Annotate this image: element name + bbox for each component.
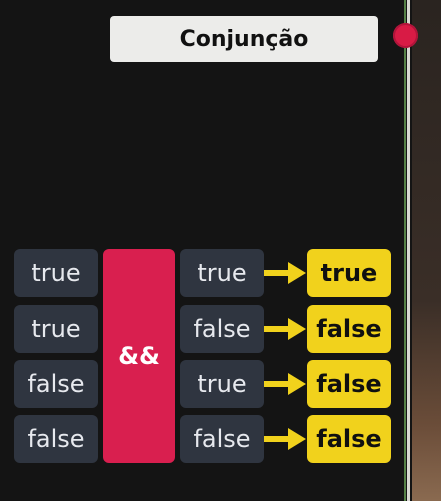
input-b-row-4: false <box>180 415 264 463</box>
input-a-row-3: false <box>14 360 98 408</box>
arrow-right-icon <box>264 428 306 450</box>
edge-accent-line <box>404 0 406 501</box>
input-b-row-1: true <box>180 249 264 297</box>
result-row-1: true <box>307 249 391 297</box>
page-title: Conjunção <box>110 16 378 62</box>
right-edge-panel <box>412 0 441 501</box>
arrow-right-icon <box>264 262 306 284</box>
input-a-row-2: true <box>14 305 98 353</box>
input-b-row-3: true <box>180 360 264 408</box>
input-a-row-1: true <box>14 249 98 297</box>
input-b-row-2: false <box>180 305 264 353</box>
arrow-right-icon <box>264 373 306 395</box>
input-a-row-4: false <box>14 415 98 463</box>
result-row-3: false <box>307 360 391 408</box>
edge-divider-line <box>407 0 410 501</box>
result-row-2: false <box>307 305 391 353</box>
result-row-4: false <box>307 415 391 463</box>
and-operator-block: && <box>103 249 175 463</box>
red-dot-marker <box>393 23 418 48</box>
arrow-right-icon <box>264 318 306 340</box>
